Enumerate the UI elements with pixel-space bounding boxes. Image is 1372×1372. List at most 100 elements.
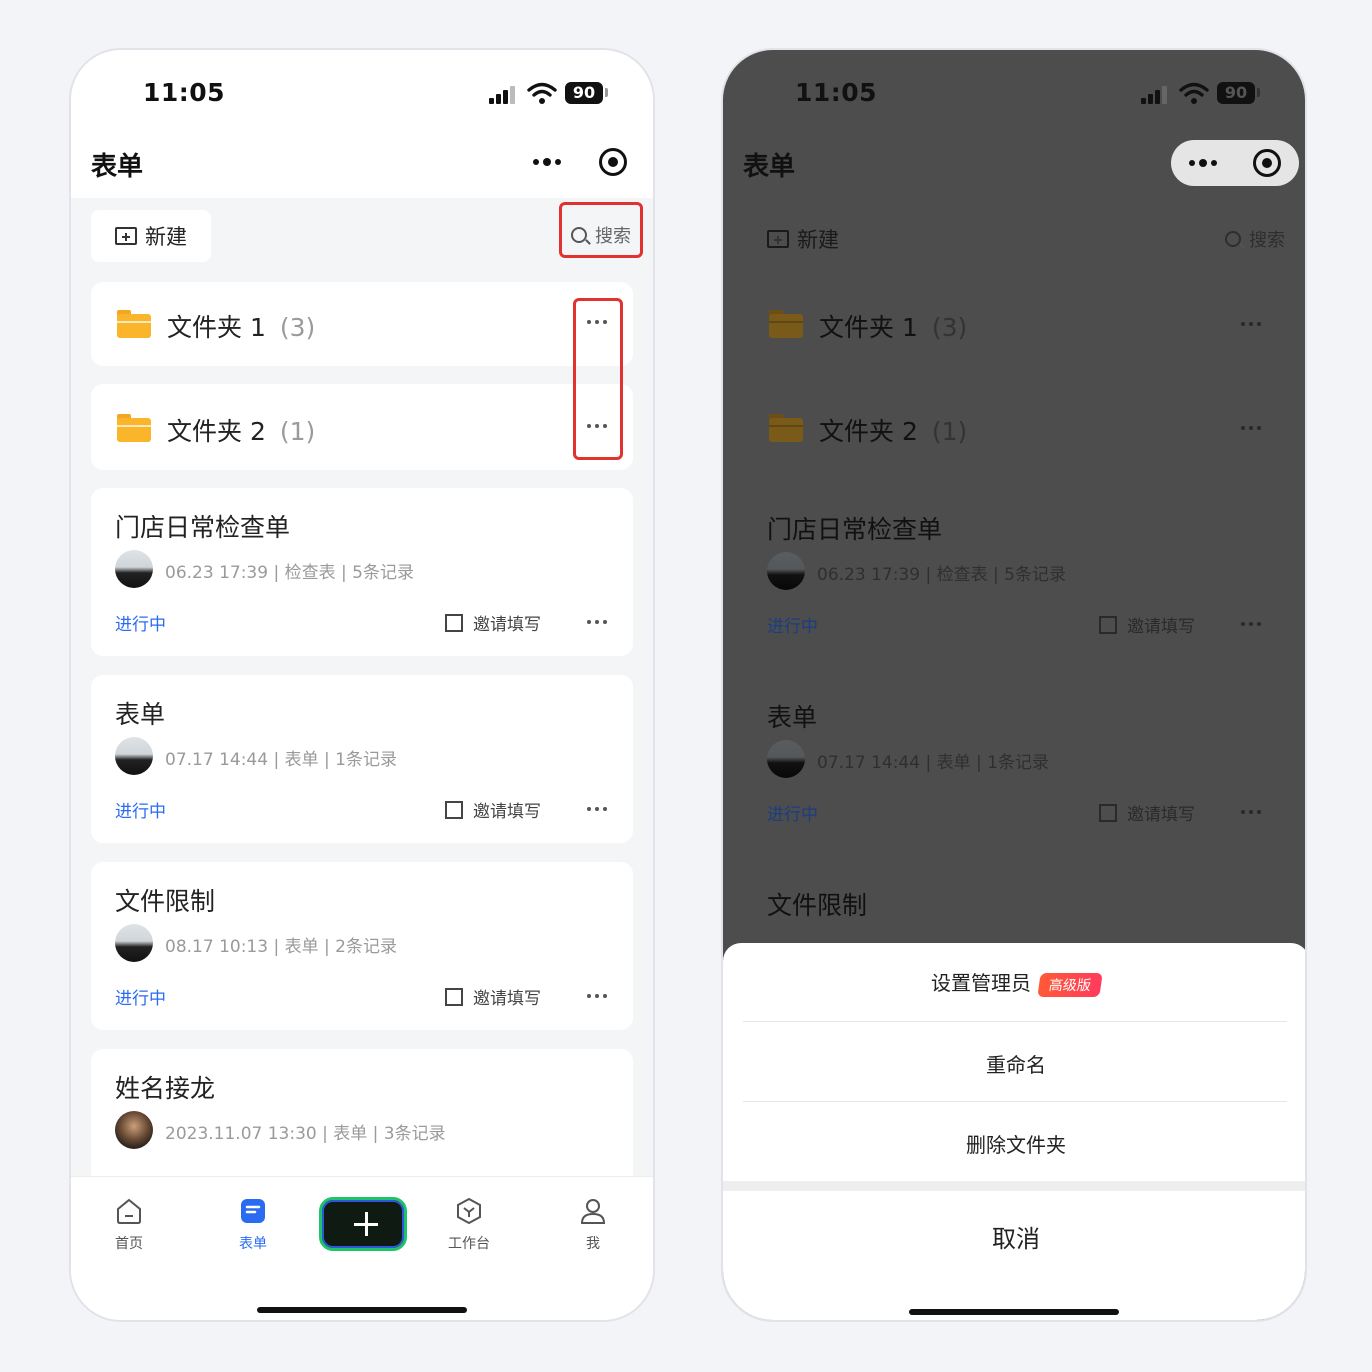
battery-level: 90 [1217,82,1255,104]
folder-name-label: 文件夹 2 (1) [167,412,315,448]
form-title: 表单 [767,703,818,732]
form-card[interactable]: 门店日常检查单 06.23 17:39 | 检查表 | 5条记录 进行中 邀请填… [91,488,633,656]
battery-cap-icon [605,88,608,97]
form-title: 文件限制 [115,887,216,916]
delete-folder-option[interactable]: 删除文件夹 [723,1129,1305,1158]
share-icon [1099,615,1117,634]
folder-name-label: 文件夹 1 (3) [167,308,315,344]
form-more-button[interactable] [587,620,611,626]
form-card[interactable]: 姓名接龙 2023.11.07 13:30 | 表单 | 3条记录 [91,1049,633,1189]
invite-label: 邀请填写 [473,802,541,822]
folder-count: (3) [279,313,316,342]
form-card[interactable]: 表单 07.17 14:44 | 表单 | 1条记录 进行中 邀请填写 [91,675,633,843]
share-icon [445,800,463,819]
search-button[interactable]: 搜索 [1225,226,1285,252]
new-folder-icon [115,227,137,245]
folder-row[interactable]: 文件夹 2 (1) [91,384,633,470]
invite-button[interactable]: 邀请填写 [445,797,541,822]
search-button[interactable]: 搜索 [571,222,631,248]
folder-row[interactable]: 文件夹 1 (3) [91,282,633,366]
set-admin-label: 设置管理员 [931,971,1031,995]
folder-count: (3) [931,313,968,342]
tab-home[interactable]: 首页 [99,1197,159,1253]
wifi-icon [1179,82,1209,104]
folder-more-button[interactable] [1241,426,1265,432]
divider [743,1101,1287,1102]
invite-button[interactable]: 邀请填写 [445,610,541,635]
home-icon [117,1198,141,1224]
search-label: 搜索 [595,226,631,247]
folder-count: (1) [279,417,316,446]
status-time: 11:05 [143,78,226,107]
invite-button[interactable]: 邀请填写 [1099,612,1195,637]
new-button[interactable]: 新建 [91,210,211,262]
tab-forms[interactable]: 表单 [223,1197,283,1253]
signal-icon [489,86,519,104]
rename-option[interactable]: 重命名 [723,1049,1305,1078]
invite-button[interactable]: 邀请填写 [1099,800,1195,825]
wifi-icon [527,82,557,104]
folder-icon [769,310,803,338]
folder-icon [769,414,803,442]
form-more-button[interactable] [587,807,611,813]
page-title: 表单 [91,152,144,182]
signal-icon [1141,86,1171,104]
invite-label: 邀请填写 [473,615,541,635]
avatar [115,924,153,962]
search-icon [571,227,587,243]
more-menu-button[interactable] [531,146,567,176]
create-button[interactable] [319,1197,407,1251]
close-miniprogram-button[interactable] [1253,149,1281,177]
invite-button[interactable]: 邀请填写 [445,984,541,1009]
premium-badge: 高级版 [1037,972,1103,997]
tab-home-label: 首页 [115,1236,143,1252]
form-meta: 07.17 14:44 | 表单 | 1条记录 [817,753,1049,773]
form-more-button[interactable] [587,994,611,1000]
user-icon [580,1199,606,1224]
form-title: 表单 [115,700,166,729]
folder-icon [117,414,151,442]
set-admin-option[interactable]: 设置管理员 高级版 [723,967,1305,997]
search-label: 搜索 [1249,230,1285,251]
new-button-label: 新建 [797,228,839,252]
tab-forms-label: 表单 [239,1236,267,1252]
tab-me[interactable]: 我 [563,1197,623,1253]
new-button-label: 新建 [145,225,187,249]
divider [743,1021,1287,1022]
form-card[interactable]: 文件限制 08.17 10:13 | 表单 | 2条记录 进行中 邀请填写 [91,862,633,1030]
share-icon [445,987,463,1006]
invite-label: 邀请填写 [473,989,541,1009]
form-title: 门店日常检查单 [115,513,291,542]
status-badge: 进行中 [115,989,166,1009]
form-meta: 06.23 17:39 | 检查表 | 5条记录 [165,563,414,583]
avatar [767,552,805,590]
phone-screen-right: 11:05 90 表单 新建 搜索 文件夹 1 (3) 文件夹 2 (1) 门店… [721,48,1307,1322]
close-miniprogram-button[interactable] [599,148,627,176]
form-title: 门店日常检查单 [767,515,943,544]
folder-more-button[interactable] [1241,322,1265,328]
divider [723,1181,1305,1191]
folder-name-label: 文件夹 1 (3) [819,308,967,344]
form-title: 姓名接龙 [115,1074,216,1103]
battery-cap-icon [1257,88,1260,97]
form-more-button[interactable] [1241,810,1265,816]
page-title: 表单 [743,152,796,182]
status-badge: 进行中 [767,617,818,637]
more-menu-button[interactable] [1187,147,1223,177]
invite-label: 邀请填写 [1127,805,1195,825]
form-icon [241,1199,265,1223]
battery-level: 90 [565,82,603,104]
tab-me-label: 我 [586,1236,600,1252]
form-more-button[interactable] [1241,622,1265,628]
status-time: 11:05 [795,78,878,107]
new-button[interactable]: 新建 [767,224,839,254]
avatar [115,550,153,588]
tab-bar: 首页 表单 工作台 我 [71,1176,653,1320]
status-badge: 进行中 [767,805,818,825]
folder-name: 文件夹 2 [819,417,918,446]
folder-icon [117,310,151,338]
tab-workbench[interactable]: 工作台 [439,1197,499,1253]
cancel-button[interactable]: 取消 [723,1219,1305,1254]
new-folder-icon [767,230,789,248]
header-background [71,50,653,198]
